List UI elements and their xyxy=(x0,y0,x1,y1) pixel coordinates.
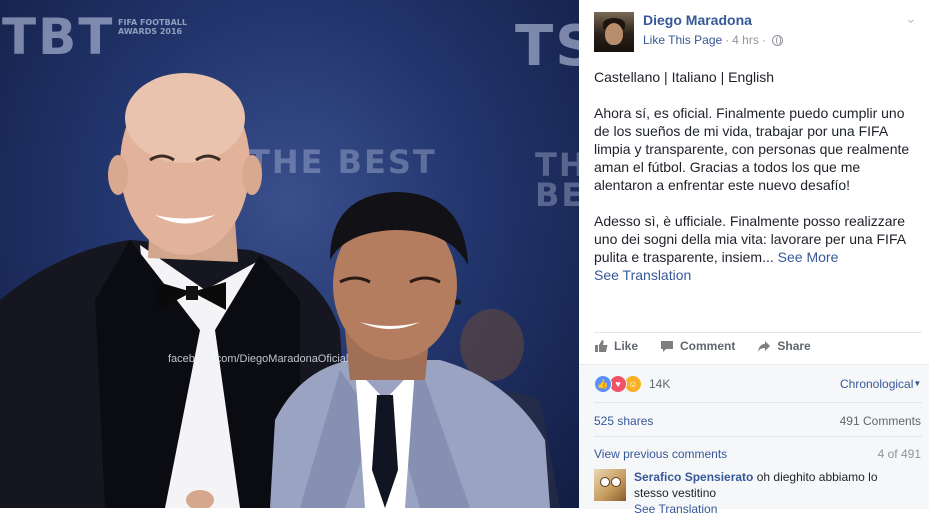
commenter-avatar[interactable] xyxy=(594,469,626,501)
photo-watermark: facebook.com/DiegoMaradonaOficial xyxy=(168,353,349,365)
post-panel: Diego Maradona Like This Page · 4 hrs · … xyxy=(579,0,929,516)
comments-pager: 4 of 491 xyxy=(877,447,921,461)
comment-order-label: Chronological xyxy=(840,377,914,391)
caret-down-icon: ▼ xyxy=(913,379,922,388)
comment-see-translation[interactable]: See Translation xyxy=(634,502,717,516)
meta-separator-2: · xyxy=(761,33,766,47)
author-avatar[interactable] xyxy=(594,12,634,52)
like-reaction-icon: 👍 xyxy=(594,375,612,393)
divider xyxy=(594,332,922,333)
view-previous-comments[interactable]: View previous comments xyxy=(594,447,727,461)
post-photo[interactable]: TBT FIFA FOOTBALL AWARDS 2016 TS THE BES… xyxy=(0,0,579,508)
comment-item: Serafico Spensierato oh dieghito abbiamo… xyxy=(634,469,914,517)
divider xyxy=(594,436,922,437)
reaction-count[interactable]: 14K xyxy=(649,377,670,391)
post-timestamp[interactable]: 4 hrs xyxy=(732,33,759,47)
like-page-link[interactable]: Like This Page xyxy=(643,33,722,47)
post-meta: Like This Page · 4 hrs · xyxy=(643,33,783,47)
comment-button[interactable]: Comment xyxy=(660,339,735,353)
globe-icon xyxy=(771,34,783,46)
action-bar: Like Comment Share xyxy=(594,339,914,353)
meta-separator: · xyxy=(725,33,730,47)
post-paragraph-es: Ahora sí, es oficial. Finalmente puedo c… xyxy=(594,105,910,193)
thumb-up-icon xyxy=(595,340,608,352)
author-name[interactable]: Diego Maradona xyxy=(643,12,752,28)
post-text: Castellano | Italiano | English Ahora sí… xyxy=(594,68,919,284)
comment-icon xyxy=(661,341,674,352)
share-arrow-icon xyxy=(758,341,771,352)
see-translation-link[interactable]: See Translation xyxy=(594,266,919,284)
divider xyxy=(594,402,922,403)
post-paragraph-it-wrap: Adesso sì, è ufficiale. Finalmente posso… xyxy=(594,212,919,266)
post-languages: Castellano | Italiano | English xyxy=(594,69,775,85)
post-paragraph-it: Adesso sì, è ufficiale. Finalmente posso… xyxy=(594,213,906,265)
chevron-down-icon[interactable]: ⌄ xyxy=(905,10,917,27)
see-more-link[interactable]: See More xyxy=(778,249,839,265)
comment-label: Comment xyxy=(680,339,736,353)
share-label: Share xyxy=(777,339,811,353)
like-label: Like xyxy=(614,339,639,353)
like-button[interactable]: Like xyxy=(594,339,638,353)
comments-count[interactable]: 491 Comments xyxy=(840,414,921,428)
photo-people xyxy=(0,73,560,508)
reactions-summary[interactable]: 👍 ♥ ☺ 14K xyxy=(594,375,670,393)
comment-order-dropdown[interactable]: Chronological▼ xyxy=(840,377,921,391)
share-button[interactable]: Share xyxy=(757,339,811,353)
shares-link[interactable]: 525 shares xyxy=(594,414,653,428)
commenter-name[interactable]: Serafico Spensierato xyxy=(634,470,753,484)
